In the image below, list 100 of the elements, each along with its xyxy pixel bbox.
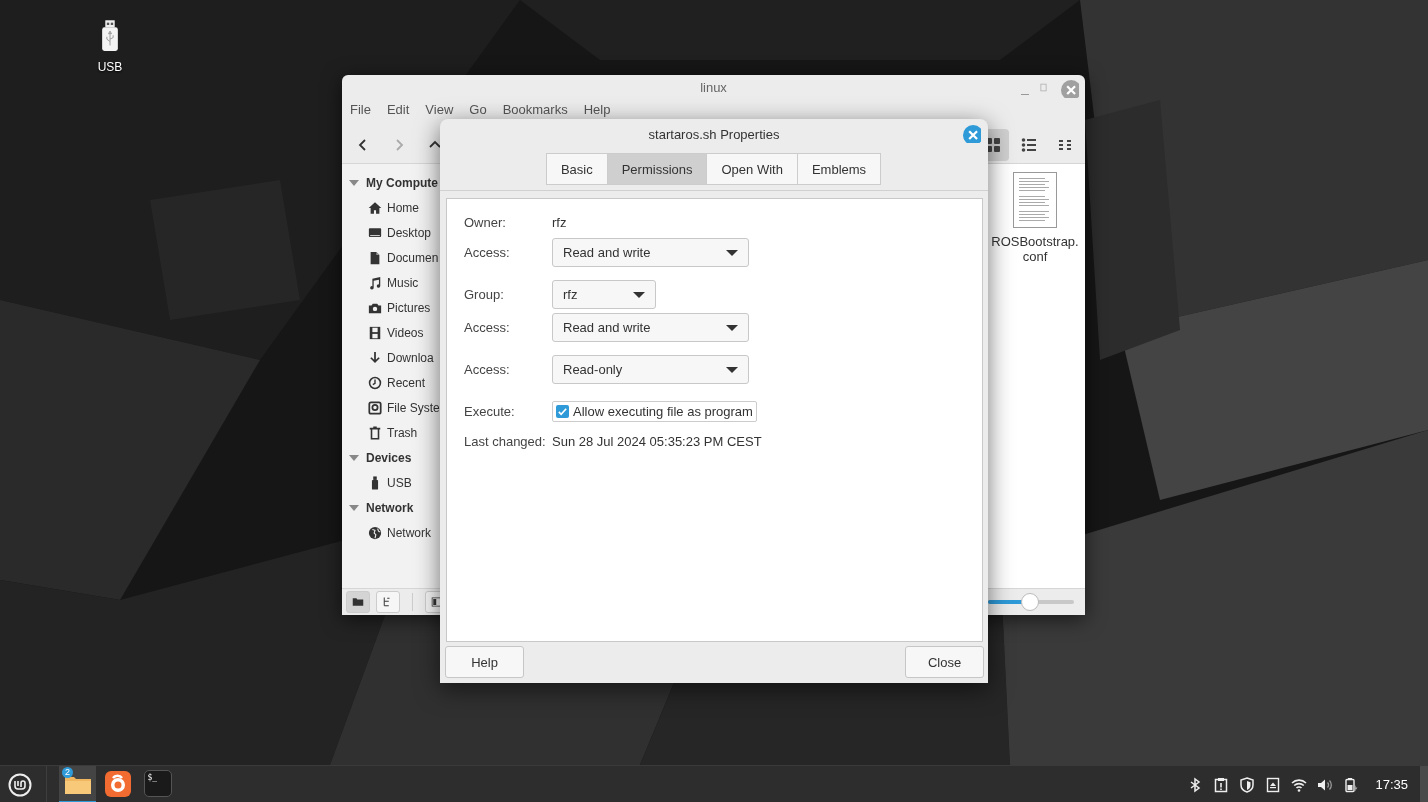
document-icon xyxy=(368,250,382,265)
caret-icon xyxy=(726,324,738,331)
item-label: Home xyxy=(387,200,419,215)
item-label: Documen xyxy=(387,250,439,265)
section-title: Devices xyxy=(366,450,412,465)
window-title: linux xyxy=(700,80,727,95)
dialog-button[interactable]: Help xyxy=(445,646,524,678)
caret-icon xyxy=(726,366,738,373)
tray-button[interactable] xyxy=(1291,776,1308,793)
desktop-icon[interactable]: USB xyxy=(86,18,134,74)
sidebar-heading[interactable]: My Compute xyxy=(348,170,438,195)
text-file-icon xyxy=(1013,172,1057,228)
sidebar-item[interactable]: Home xyxy=(348,195,419,220)
music-note-icon xyxy=(368,275,382,290)
field-label: Access: xyxy=(464,362,511,377)
menu-item[interactable]: File xyxy=(350,102,371,117)
close-button[interactable] xyxy=(1061,80,1079,101)
sidebar-item[interactable]: Videos xyxy=(348,320,424,345)
checkbox[interactable]: Allow executing file as program xyxy=(552,401,757,422)
tray-button[interactable] xyxy=(1265,776,1282,793)
item-label: Videos xyxy=(387,325,424,340)
close-button[interactable] xyxy=(963,125,981,143)
home-icon xyxy=(368,200,382,215)
sidebar-item[interactable]: File Syste xyxy=(348,395,440,420)
sidebar-item[interactable]: Recent xyxy=(348,370,426,395)
tab[interactable]: Emblems xyxy=(796,153,882,185)
menu-item[interactable]: Bookmarks xyxy=(502,102,568,117)
monitor-icon xyxy=(368,225,382,240)
trash-icon xyxy=(368,425,382,440)
slider-thumb[interactable] xyxy=(1021,593,1040,611)
zoom-slider[interactable] xyxy=(988,593,1074,611)
tray-button[interactable] xyxy=(1343,776,1360,793)
mint-logo-icon xyxy=(8,772,32,797)
usb-drive-icon xyxy=(99,18,121,54)
clock-icon xyxy=(368,375,382,390)
sidebar-item[interactable]: USB xyxy=(348,470,412,495)
field-label: Access: xyxy=(464,245,511,260)
checkbox-label: Allow executing file as program xyxy=(573,404,753,419)
close-icon xyxy=(1061,80,1079,98)
dropdown[interactable]: rfz xyxy=(552,280,656,309)
item-label: Desktop xyxy=(387,225,432,240)
eject-icon xyxy=(1265,776,1282,793)
globe-icon xyxy=(368,525,382,540)
menu-item[interactable]: Edit xyxy=(386,102,410,117)
item-label: Pictures xyxy=(387,300,431,315)
folder-icon xyxy=(352,596,364,608)
sidebar-item[interactable]: Music xyxy=(348,270,419,295)
item-label: USB xyxy=(387,475,412,490)
sidebar-item[interactable]: Network xyxy=(348,520,431,545)
dialog-button[interactable]: Close xyxy=(905,646,984,678)
field-label: Access: xyxy=(464,320,511,335)
tray-button[interactable] xyxy=(1239,776,1256,793)
caret-icon xyxy=(726,249,738,256)
item-label: Music xyxy=(387,275,419,290)
section-title: Network xyxy=(366,500,414,515)
status-button[interactable] xyxy=(346,591,370,613)
sidebar-item[interactable]: Pictures xyxy=(348,295,431,320)
download-arrow-icon xyxy=(368,350,382,365)
dropdown[interactable]: Read and write xyxy=(552,238,749,267)
document-item[interactable]: ROSBootstrap.conf xyxy=(989,172,1081,264)
dropdown[interactable]: Read and write xyxy=(552,313,749,342)
sidebar-item[interactable]: Documen xyxy=(348,245,439,270)
dropdown[interactable]: Read-only xyxy=(552,355,749,384)
sidebar-heading[interactable]: Devices xyxy=(348,445,412,470)
checkbox-box[interactable] xyxy=(556,405,569,418)
item-label: Downloa xyxy=(387,350,434,365)
minimize-icon xyxy=(1021,94,1029,95)
dialog-title: startaros.sh Properties xyxy=(648,127,780,142)
clipboard-alert-icon xyxy=(1213,776,1230,793)
tab[interactable]: Permissions xyxy=(606,153,708,185)
browser-icon xyxy=(104,770,131,797)
field-label: Group: xyxy=(464,287,505,302)
tray-button[interactable] xyxy=(1213,776,1230,793)
field-label: Last changed: xyxy=(464,434,547,449)
icon-label: USB xyxy=(97,60,123,74)
close-icon xyxy=(963,125,981,143)
menu-item[interactable]: Help xyxy=(583,102,611,117)
film-icon xyxy=(368,325,382,340)
tab[interactable]: Basic xyxy=(545,153,608,185)
wifi-icon xyxy=(1291,776,1308,793)
menu-item[interactable]: Go xyxy=(469,102,487,117)
sidebar-item[interactable]: Trash xyxy=(348,420,418,445)
caret-icon xyxy=(633,291,645,298)
section-title: My Compute xyxy=(366,175,438,190)
check-icon xyxy=(557,406,568,417)
item-label: File Syste xyxy=(387,400,440,415)
sidebar-item[interactable]: Downloa xyxy=(348,345,434,370)
field-label: Execute: xyxy=(464,404,516,419)
menu-item[interactable]: View xyxy=(425,102,454,117)
sidebar-heading[interactable]: Network xyxy=(348,495,414,520)
list-view-icon xyxy=(1021,136,1037,153)
sidebar-item[interactable]: Desktop xyxy=(348,220,432,245)
tab[interactable]: Open With xyxy=(706,153,798,185)
item-label: Recent xyxy=(387,375,426,390)
item-label: Trash xyxy=(387,425,418,440)
file-name: ROSBootstrap.conf xyxy=(991,234,1079,264)
item-label: Network xyxy=(387,525,431,540)
field-value: Sun 28 Jul 2024 05:35:23 PM CEST xyxy=(552,434,763,449)
clock[interactable]: 17:35 xyxy=(1375,777,1408,792)
shield-icon xyxy=(1239,776,1256,793)
